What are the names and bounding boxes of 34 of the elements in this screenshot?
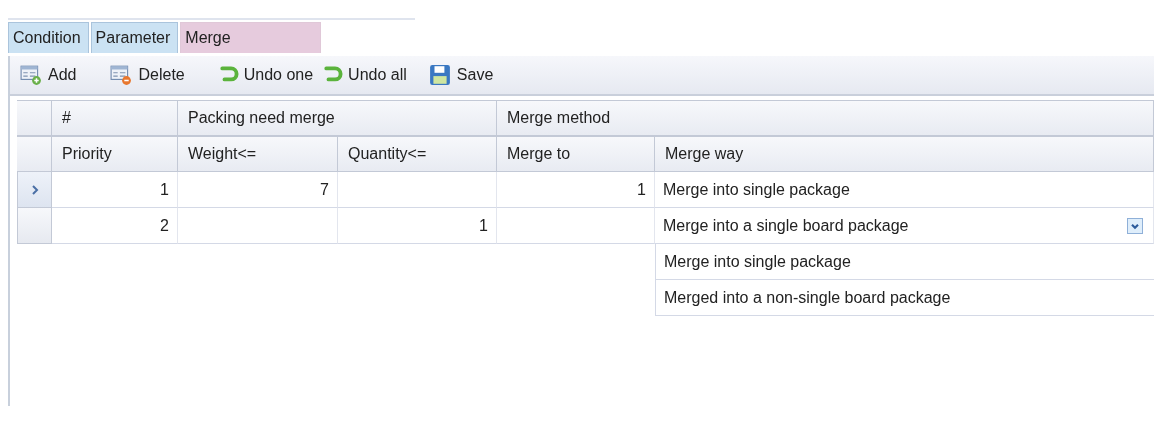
column-header[interactable]: Merge to <box>497 136 655 172</box>
tab[interactable]: Merge <box>180 22 322 53</box>
delete-table-icon <box>110 64 133 86</box>
column-group-header: Merge method <box>497 100 1154 136</box>
column-group-header: Packing need merge <box>178 100 497 136</box>
undo-button[interactable]: Undo all <box>319 60 411 90</box>
add-button[interactable]: Add <box>16 60 81 90</box>
column-header[interactable]: Priority <box>52 136 178 172</box>
tab[interactable]: Condition <box>8 22 89 53</box>
dropdown-button[interactable] <box>1127 217 1143 234</box>
dropdown-option[interactable]: Merge into single package <box>655 244 1154 280</box>
column-group-header: # <box>52 100 178 136</box>
dropdown-field[interactable]: Merge into a single board package <box>655 208 1154 244</box>
header-cell <box>17 136 52 172</box>
row-indicator[interactable] <box>17 172 52 208</box>
table-cell: 1 <box>52 172 178 208</box>
table-cell: Merge into single package <box>655 172 1154 208</box>
column-header[interactable]: Quantity<= <box>338 136 497 172</box>
add-table-icon <box>20 64 42 86</box>
column-header[interactable]: Weight<= <box>178 136 338 172</box>
delete-button[interactable]: Delete <box>106 60 189 90</box>
table-cell: 1 <box>338 208 497 244</box>
table-cell: 7 <box>178 172 338 208</box>
save-button[interactable]: Save <box>424 60 498 90</box>
table-cell: 1 <box>497 172 655 208</box>
table-cell: 2 <box>52 208 178 244</box>
tab[interactable]: Parameter <box>90 22 179 53</box>
dropdown-option[interactable]: Merged into a non-single board package <box>655 280 1154 316</box>
column-header[interactable]: Merge way <box>655 136 1154 172</box>
undo-button[interactable]: Undo one <box>214 60 318 90</box>
row-pointer-icon <box>29 183 40 196</box>
header-cell <box>17 100 52 136</box>
row-indicator[interactable] <box>17 208 52 244</box>
save-icon <box>428 64 451 86</box>
